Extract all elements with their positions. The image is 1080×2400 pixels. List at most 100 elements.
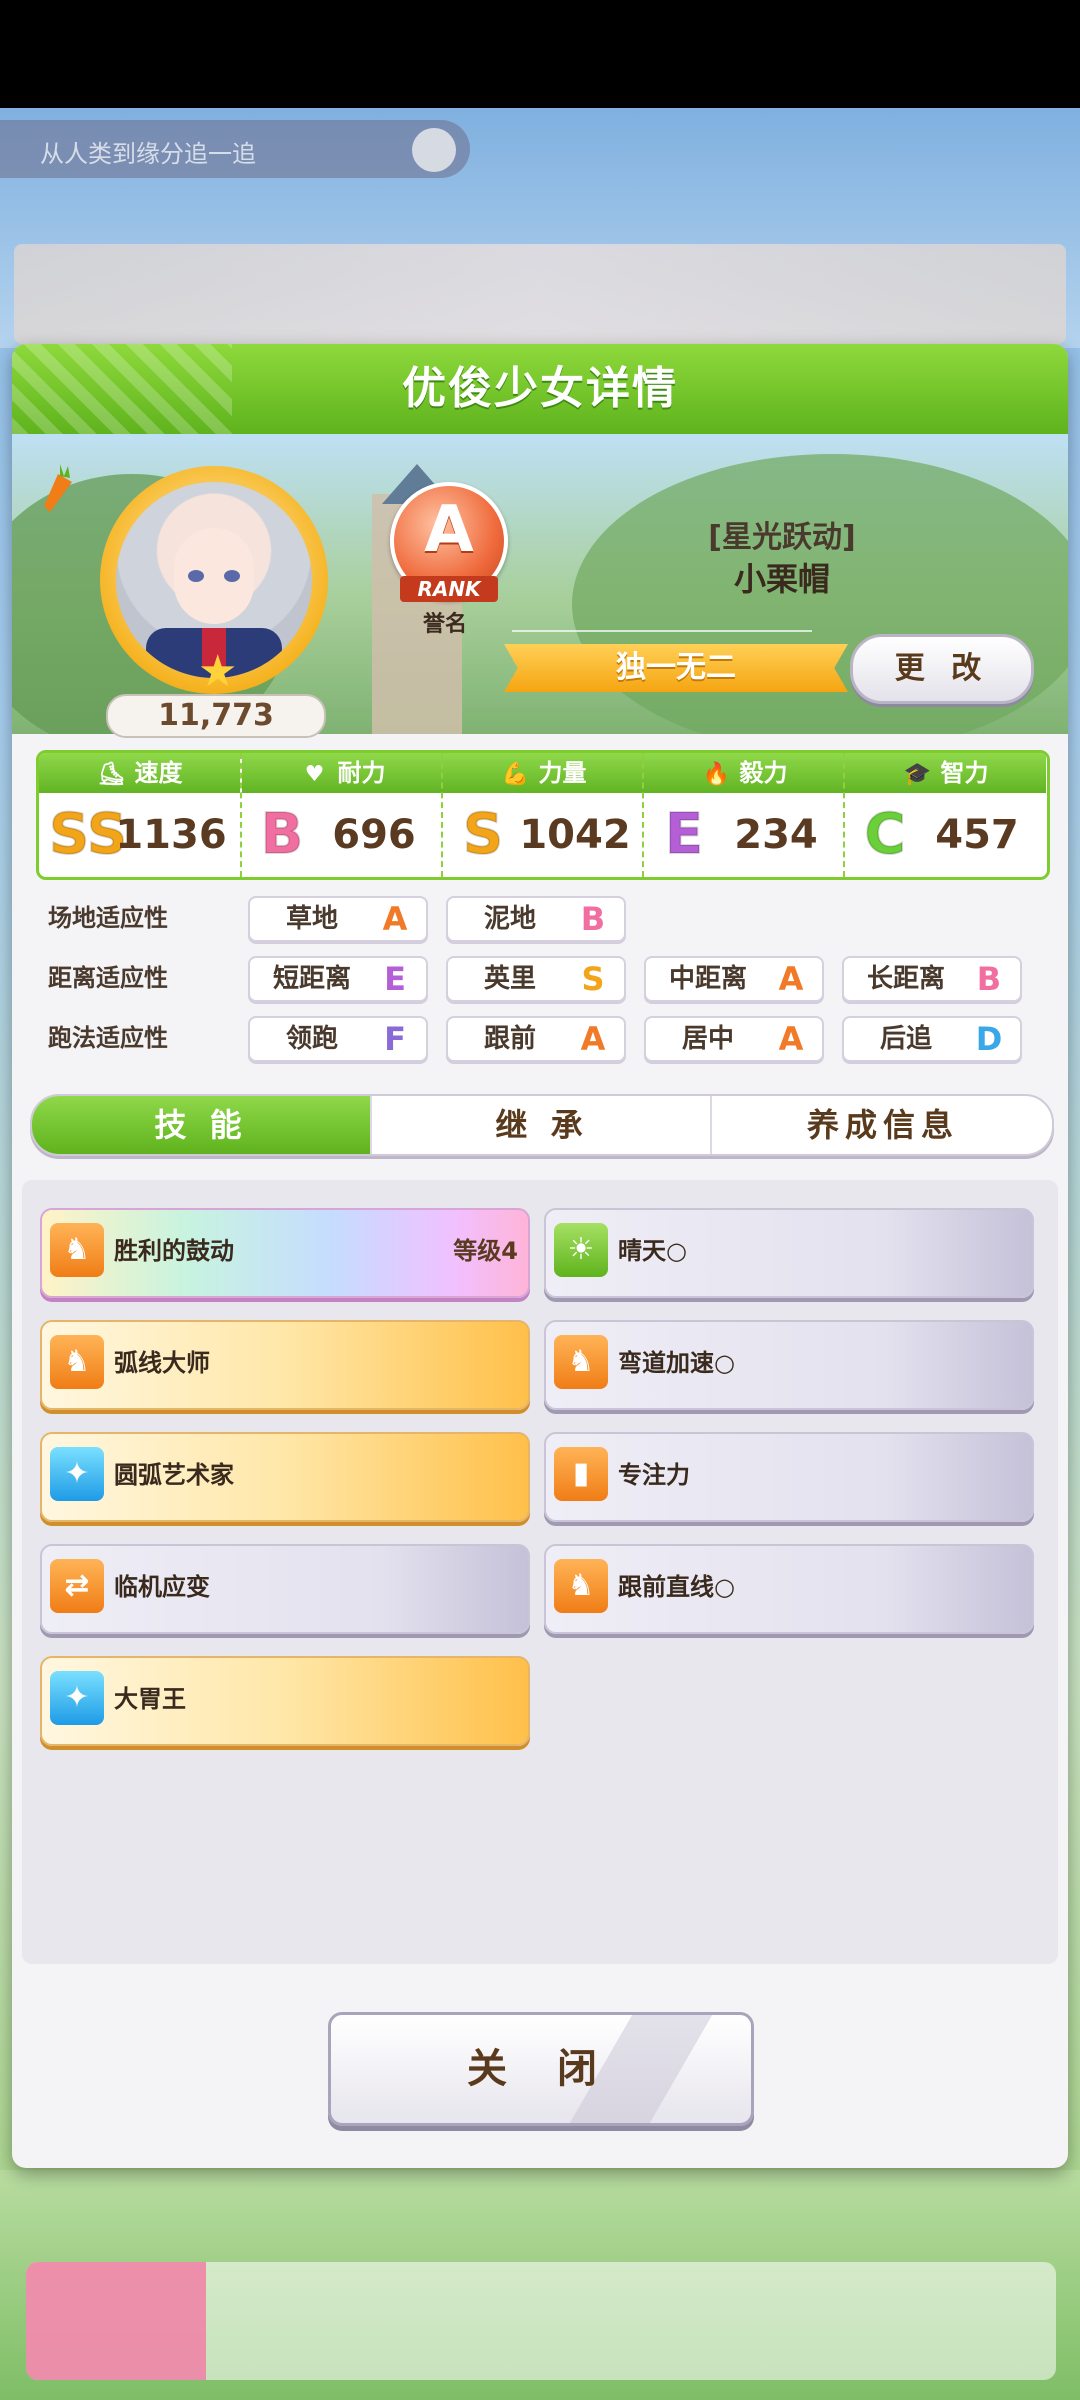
character-epithet: [星光跃动] xyxy=(708,520,856,555)
stat-label: 毅力 xyxy=(739,759,788,787)
stat-header: ⛸ 速度 xyxy=(39,753,240,793)
background-banner: 从人类到缘分追一追 xyxy=(0,120,470,178)
aptitude-grade: S xyxy=(581,960,605,998)
aptitude-name: 跟前 xyxy=(483,1024,536,1054)
stat-label: 速度 xyxy=(134,759,183,787)
aptitude-name: 居中 xyxy=(681,1024,734,1054)
skill-name: 弯道加速○ xyxy=(618,1349,735,1377)
running-horse-icon: ♞ xyxy=(50,1223,104,1277)
rank-ribbon: RANK xyxy=(400,576,498,602)
flame-icon: 🔥 xyxy=(702,762,731,787)
sparkle-icon: ✦ xyxy=(50,1671,104,1725)
background-character-strip xyxy=(14,244,1066,344)
tab-inheritance[interactable]: 继 承 xyxy=(370,1096,712,1154)
stat-value: 1136 xyxy=(115,812,227,858)
stat-header: 💪 力量 xyxy=(443,753,644,793)
stat-stamina: ♥ 耐力 B 696 xyxy=(240,753,443,877)
close-label: 关 闭 xyxy=(467,2046,615,2092)
aptitude-chip: 短距离 E xyxy=(248,956,428,1002)
skill-name: 晴天○ xyxy=(618,1237,687,1265)
close-button[interactable]: 关 闭 xyxy=(328,2012,754,2126)
status-bar xyxy=(0,0,1080,108)
aptitude-grade: A xyxy=(778,1020,804,1058)
stat-header: ♥ 耐力 xyxy=(242,753,443,793)
stat-value: 457 xyxy=(935,812,1019,858)
background-banner-text: 从人类到缘分追一追 xyxy=(40,140,256,168)
skill-item[interactable]: ♞ 弯道加速○ xyxy=(544,1320,1034,1410)
graduation-cap-icon: 🎓 xyxy=(903,762,932,787)
aptitude-grade: F xyxy=(384,1020,406,1058)
stat-label: 智力 xyxy=(940,759,989,787)
rank-letter: A xyxy=(424,493,474,567)
star-icon: ★ xyxy=(198,646,238,697)
skill-item[interactable]: ☀ 晴天○ xyxy=(544,1208,1034,1298)
modal-title: 优俊少女详情 xyxy=(402,363,678,414)
avatar-eye xyxy=(224,570,240,582)
background-banner-button xyxy=(412,128,456,172)
aptitude-grade: D xyxy=(975,1020,1003,1058)
detail-tabs: 技 能 继 承 养成信息 xyxy=(30,1094,1054,1156)
stat-grade: E xyxy=(664,802,704,868)
skill-item[interactable]: ✦ 大胃王 xyxy=(40,1656,530,1746)
skill-item[interactable]: ▮ 专注力 xyxy=(544,1432,1034,1522)
stat-header: 🔥 毅力 xyxy=(644,753,845,793)
aptitude-name: 领跑 xyxy=(285,1024,338,1054)
skill-name: 胜利的鼓动 xyxy=(114,1237,234,1265)
aptitude-name: 长距离 xyxy=(866,964,945,994)
stat-label: 耐力 xyxy=(337,759,386,787)
muscle-icon: 💪 xyxy=(501,762,530,787)
skills-list: ♞ 胜利的鼓动 等级4 ☀ 晴天○ ♞ 弧线大师 ♞ 弯道加速○ ✦ 圆弧艺术家… xyxy=(22,1180,1058,1964)
stat-label: 力量 xyxy=(538,759,587,787)
fan-count: 11,773 xyxy=(106,694,326,738)
skill-item[interactable]: ♞ 跟前直线○ xyxy=(544,1544,1034,1634)
skill-item[interactable]: ⇄ 临机应变 xyxy=(40,1544,530,1634)
aptitude-chip: 跟前 A xyxy=(446,1016,626,1062)
stat-header: 🎓 智力 xyxy=(845,753,1046,793)
aptitude-chip: 居中 A xyxy=(644,1016,824,1062)
stat-power: 💪 力量 S 1042 xyxy=(441,753,644,877)
rank-caption: 誉名 xyxy=(422,612,467,637)
aptitude-chip: 后追 D xyxy=(842,1016,1022,1062)
aptitude-name: 后追 xyxy=(879,1024,932,1054)
aptitude-name: 泥地 xyxy=(483,904,536,934)
aptitude-chip: 中距离 A xyxy=(644,956,824,1002)
title-divider xyxy=(512,630,812,632)
carrot-icon xyxy=(44,464,72,512)
avatar-face xyxy=(174,528,254,624)
aptitude-name: 草地 xyxy=(285,904,338,934)
shoe-icon: ⛸ xyxy=(97,762,126,787)
aptitude-label: 距离适应性 xyxy=(48,964,168,992)
swap-icon: ⇄ xyxy=(50,1559,104,1613)
running-horse-icon: ♞ xyxy=(50,1335,104,1389)
aptitude-grade: A xyxy=(382,900,408,938)
aptitude-chip: 领跑 F xyxy=(248,1016,428,1062)
modal-header: 优俊少女详情 xyxy=(12,344,1068,434)
aptitude-name: 英里 xyxy=(483,964,536,994)
aptitude-grade: B xyxy=(580,900,606,938)
skill-level: 等级4 xyxy=(453,1237,518,1265)
starting-gate-icon: ▮ xyxy=(554,1447,608,1501)
sparkle-icon: ✦ xyxy=(50,1447,104,1501)
aptitude-chip: 英里 S xyxy=(446,956,626,1002)
character-name: 小栗帽 xyxy=(733,560,830,598)
aptitude-name: 短距离 xyxy=(272,964,351,994)
skill-item[interactable]: ♞ 胜利的鼓动 等级4 xyxy=(40,1208,530,1298)
change-title-button[interactable]: 更 改 xyxy=(850,634,1034,704)
skill-name: 圆弧艺术家 xyxy=(114,1461,234,1489)
aptitude-grade: A xyxy=(778,960,804,998)
stat-speed: ⛸ 速度 SS 1136 xyxy=(39,753,240,877)
heart-icon: ♥ xyxy=(304,762,325,787)
tab-skills[interactable]: 技 能 xyxy=(32,1096,370,1154)
running-horse-icon: ♞ xyxy=(554,1559,608,1613)
sun-icon: ☀ xyxy=(554,1223,608,1277)
aptitude-grade: E xyxy=(384,960,406,998)
skill-name: 弧线大师 xyxy=(114,1349,210,1377)
aptitude-chip: 长距离 B xyxy=(842,956,1022,1002)
stat-grade: SS xyxy=(48,802,128,868)
skill-item[interactable]: ♞ 弧线大师 xyxy=(40,1320,530,1410)
aptitude-chip: 泥地 B xyxy=(446,896,626,942)
skill-name: 临机应变 xyxy=(114,1573,210,1601)
skill-item[interactable]: ✦ 圆弧艺术家 xyxy=(40,1432,530,1522)
tab-training-info[interactable]: 养成信息 xyxy=(710,1096,1052,1154)
avatar-eye xyxy=(188,570,204,582)
